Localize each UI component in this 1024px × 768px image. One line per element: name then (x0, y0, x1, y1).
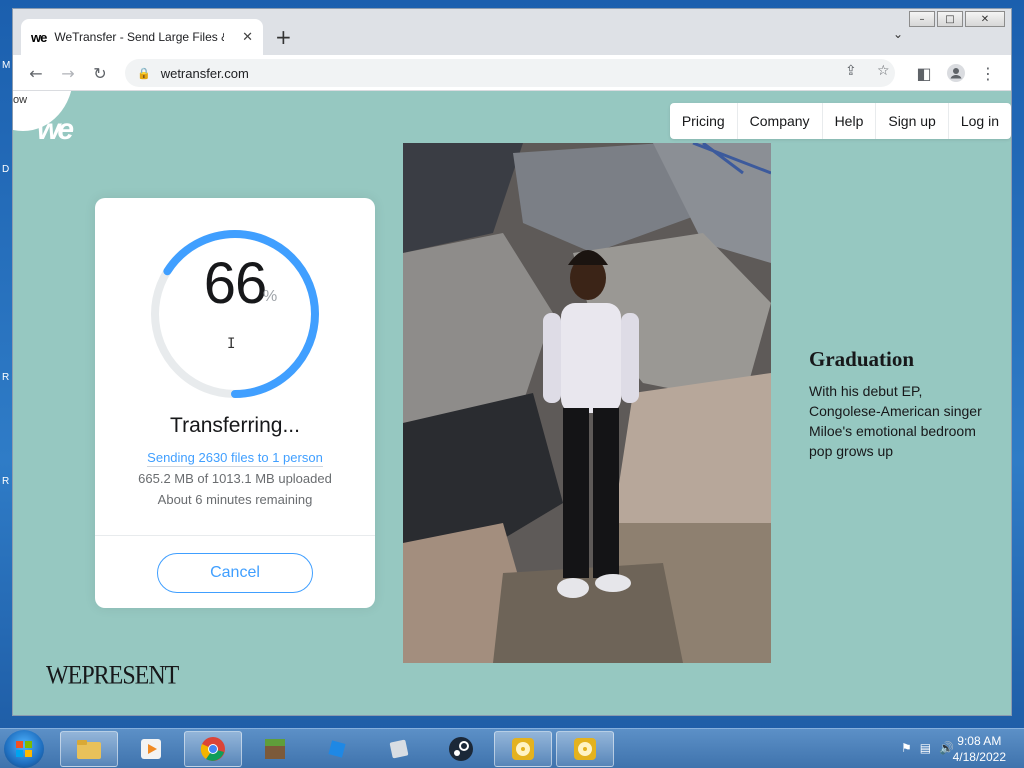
nav-help[interactable]: Help (823, 103, 877, 139)
app-icon-grey[interactable] (370, 731, 428, 767)
roblox-icon[interactable] (308, 731, 366, 767)
forward-arrow-icon[interactable]: → (57, 62, 79, 84)
transfer-card: 66 % I Transferring... Sending 2630 file… (95, 198, 375, 608)
nav-company[interactable]: Company (738, 103, 823, 139)
text-cursor-icon: I (227, 336, 236, 352)
lock-icon[interactable]: 🔒 (137, 67, 151, 80)
file-explorer-icon[interactable] (60, 731, 118, 767)
photo-image (403, 143, 771, 663)
address-bar[interactable]: 🔒 wetransfer.com ⇪ ☆ (125, 59, 895, 87)
menu-kebab-icon[interactable]: ⋮ (977, 62, 999, 84)
send-info-link[interactable]: Sending 2630 files to 1 person (95, 450, 375, 467)
browser-tab[interactable]: we WeTransfer - Send Large Files & S ✕ (21, 19, 263, 55)
progress-percent: 66 (203, 251, 268, 316)
browser-toolbar: ← → ↻ 🔒 wetransfer.com ⇪ ☆ ◧ ⋮ (13, 55, 1011, 91)
tab-search-chevron-icon[interactable]: ⌄ (893, 27, 903, 41)
desktop-icon-label: M (2, 60, 11, 71)
upload-size-info: 665.2 MB of 1013.1 MB uploaded (138, 471, 332, 486)
disc-app-icon[interactable] (494, 731, 552, 767)
action-center-flag-icon[interactable]: ⚑ (901, 741, 912, 755)
system-tray: ⚑ ▤ 🔊 (901, 741, 954, 755)
nav-pricing[interactable]: Pricing (670, 103, 738, 139)
steam-icon[interactable] (432, 731, 490, 767)
disc-app-icon-2[interactable] (556, 731, 614, 767)
clock-time: 9:08 AM (957, 734, 1002, 748)
start-button[interactable] (4, 730, 44, 768)
media-player-icon[interactable] (122, 731, 180, 767)
windows-taskbar: ⚑ ▤ 🔊 9:08 AM 4/18/2022 (0, 728, 1024, 768)
desktop-icon-label: R (2, 372, 10, 383)
taskbar-clock[interactable]: 9:08 AM 4/18/2022 (953, 733, 1006, 765)
profile-avatar-icon[interactable] (945, 62, 967, 84)
tab-close-icon[interactable]: ✕ (242, 30, 253, 45)
tab-title: WeTransfer - Send Large Files & S (54, 30, 225, 44)
page-viewport: ow we Pricing Company Help Sign up Log i… (13, 91, 1011, 715)
share-icon[interactable]: ⇪ (845, 63, 857, 79)
cancel-button[interactable]: Cancel (157, 553, 313, 593)
card-divider (95, 535, 375, 536)
wepresent-logo[interactable]: WEPRESENT (46, 662, 179, 692)
percent-sign: % (263, 288, 278, 305)
desktop-icon-label: D (2, 164, 10, 175)
top-navigation: Pricing Company Help Sign up Log in (669, 103, 1011, 139)
transfer-status: Transferring... (170, 414, 300, 437)
send-info-text: Sending 2630 files to 1 person (147, 450, 323, 467)
story-description: With his debut EP, Congolese-American si… (809, 383, 982, 459)
chrome-icon[interactable] (184, 731, 242, 767)
time-remaining: About 6 minutes remaining (157, 492, 313, 507)
wetransfer-favicon-icon: we (31, 29, 47, 45)
wetransfer-logo[interactable]: we (37, 113, 74, 147)
logo-partial-text: ow (13, 94, 28, 106)
clock-date: 4/18/2022 (952, 750, 1006, 764)
back-arrow-icon[interactable]: ← (25, 62, 47, 84)
nav-sign-up[interactable]: Sign up (876, 103, 949, 139)
reload-icon[interactable]: ↻ (89, 62, 111, 84)
windows-logo-icon (16, 741, 32, 757)
story-title[interactable]: Graduation (809, 347, 914, 372)
bookmark-star-icon[interactable]: ☆ (877, 63, 890, 79)
network-icon[interactable]: ▤ (920, 741, 931, 755)
side-panel-icon[interactable]: ◧ (913, 62, 935, 84)
new-tab-plus-icon[interactable]: + (275, 25, 292, 49)
featured-photo[interactable] (403, 143, 771, 663)
desktop-icon-label: R (2, 476, 10, 487)
nav-log-in[interactable]: Log in (949, 103, 1011, 139)
minecraft-icon[interactable] (246, 731, 304, 767)
tab-strip: we WeTransfer - Send Large Files & S ✕ +… (13, 9, 1011, 55)
browser-window: – □ ✕ we WeTransfer - Send Large Files &… (12, 8, 1012, 716)
url-text: wetransfer.com (160, 65, 249, 81)
